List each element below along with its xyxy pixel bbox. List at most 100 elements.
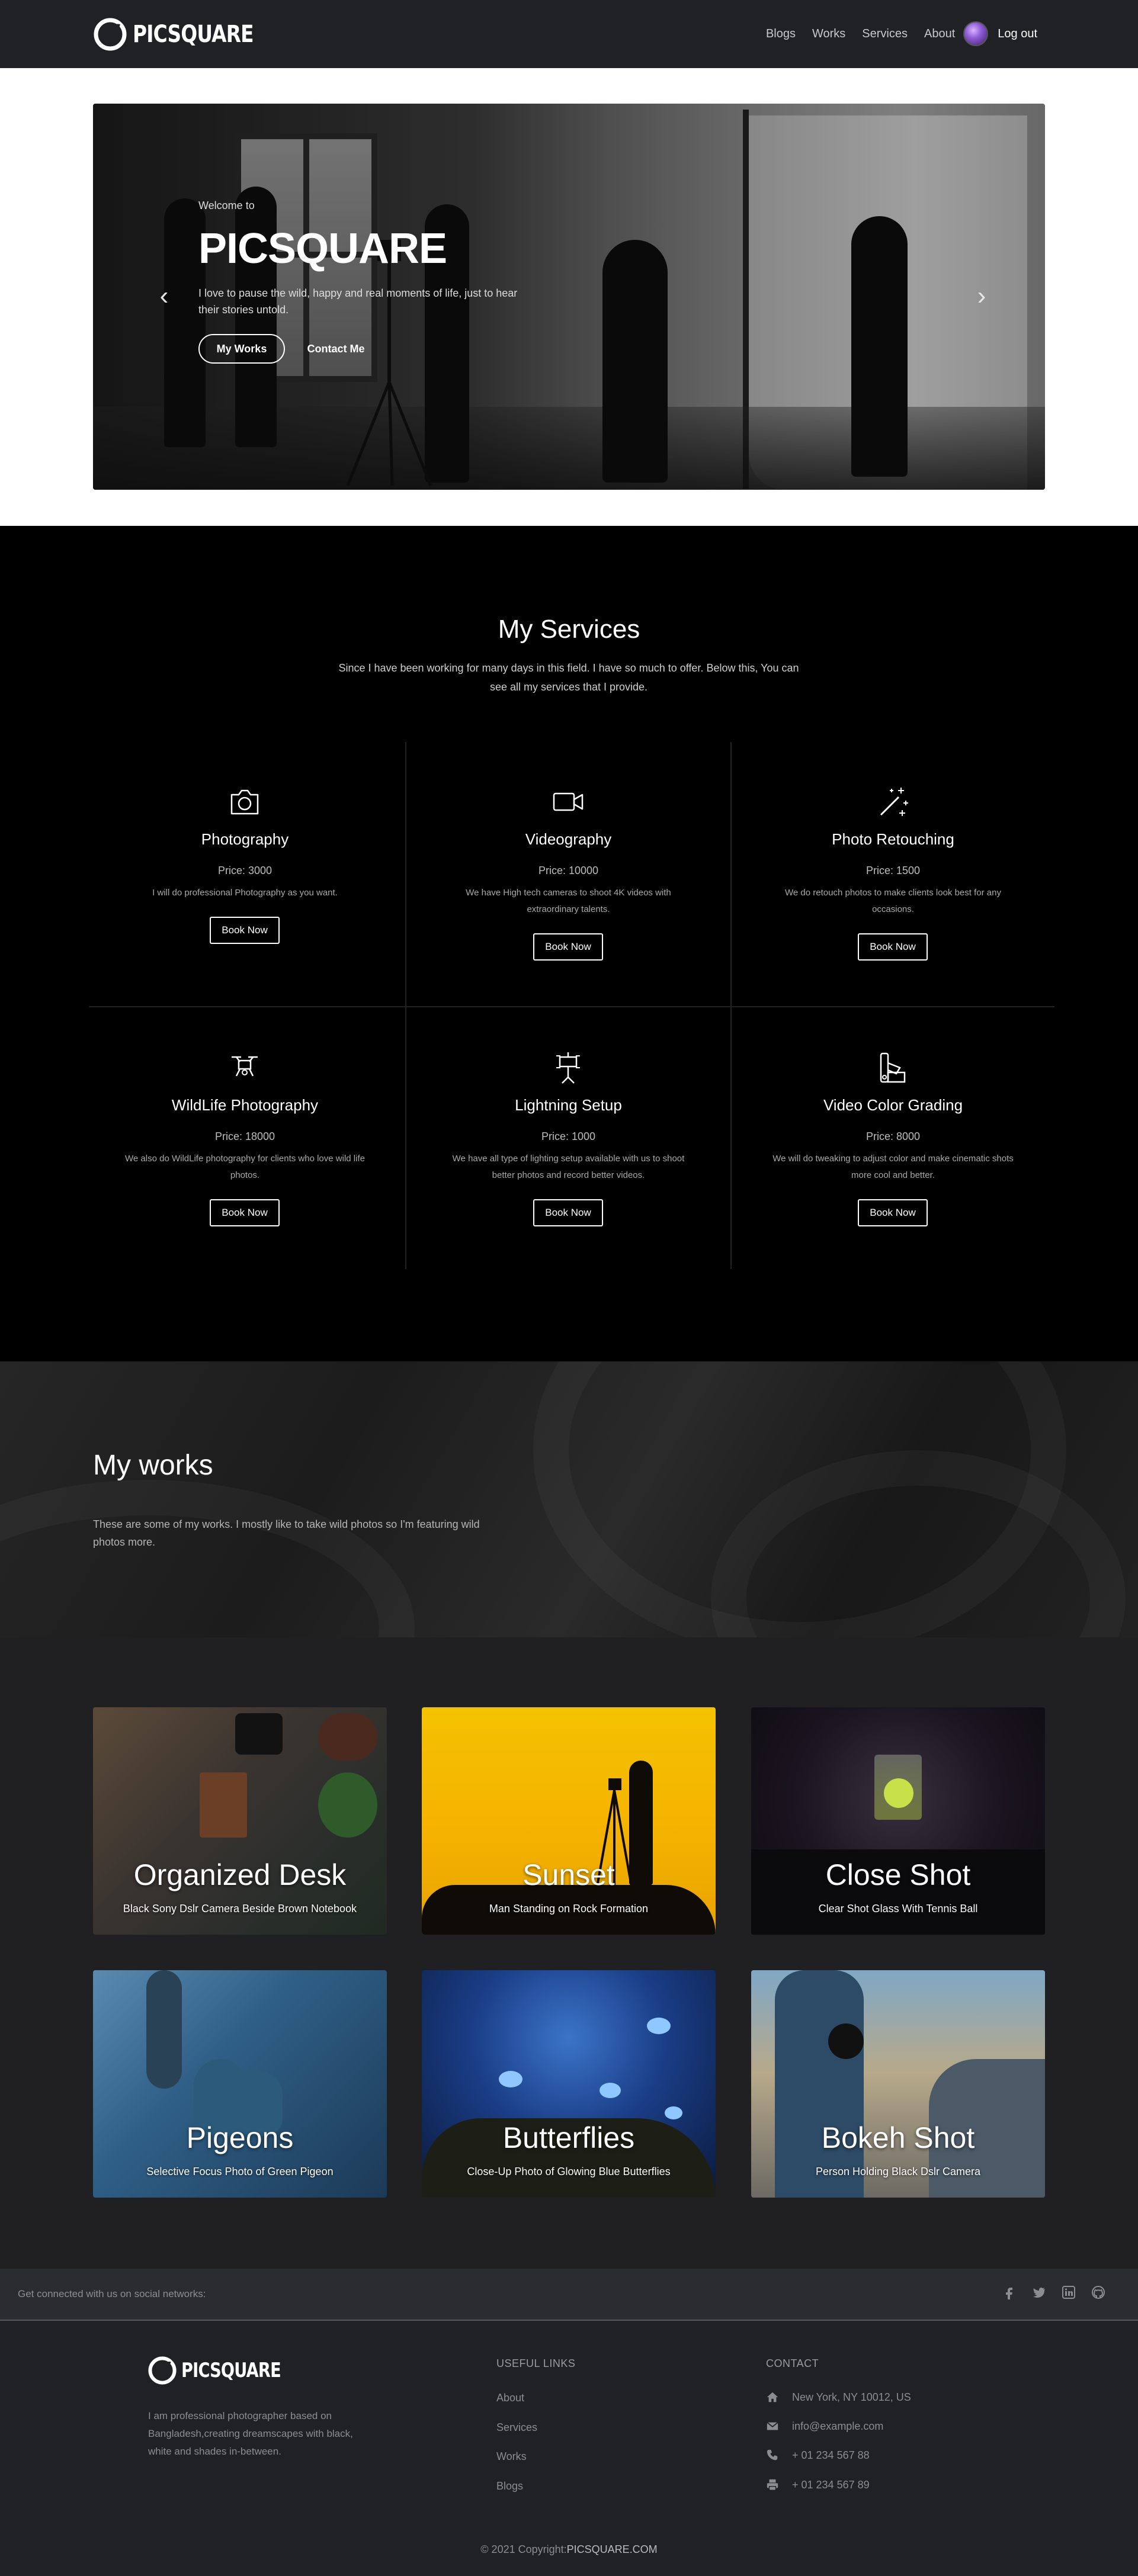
linkedin-icon[interactable] — [1062, 2285, 1076, 2299]
butterfly-shape — [600, 2083, 621, 2098]
footer-about: I am professional photographer based on … — [148, 2410, 353, 2457]
service-description: I will do professional Photography as yo… — [152, 888, 338, 898]
book-now-button[interactable]: Book Now — [533, 1199, 603, 1226]
grid-divider — [89, 1006, 1054, 1007]
useful-links-heading: USEFUL LINKS — [496, 2357, 576, 2369]
envelope-icon — [767, 2421, 778, 2430]
service-name: WildLife Photography — [171, 1096, 319, 1114]
service-card-photography: Photography Price: 3000 I will do profes… — [86, 743, 403, 1006]
work-card-butterflies[interactable]: Butterflies Close-Up Photo of Glowing Bl… — [422, 1970, 716, 2198]
services-title: My Services — [498, 615, 640, 644]
card-subtitle: Black Sony Dslr Camera Beside Brown Note… — [123, 1903, 357, 1915]
color-palette-icon — [880, 1052, 906, 1083]
butterfly-shape — [647, 2018, 671, 2034]
logo-icon — [94, 18, 127, 51]
work-card-close-shot[interactable]: Close Shot Clear Shot Glass With Tennis … — [751, 1707, 1045, 1935]
work-card-pigeons[interactable]: Pigeons Selective Focus Photo of Green P… — [93, 1970, 387, 2198]
hero-title: PICSQUARE — [198, 225, 447, 272]
footer-link-about[interactable]: About — [496, 2392, 524, 2404]
brand-name: PICSQUARE — [133, 21, 254, 48]
copyright: © 2021 Copyright:PICSQUARE.COM — [0, 2543, 1138, 2556]
avatar[interactable] — [963, 21, 989, 46]
work-card-organized-desk[interactable]: Organized Desk Black Sony Dslr Camera Be… — [93, 1707, 387, 1935]
service-name: Videography — [525, 830, 612, 848]
social-text: Get connected with us on social networks… — [18, 2288, 206, 2299]
contact-email[interactable]: info@example.com — [766, 2420, 883, 2433]
logo-icon — [148, 2356, 177, 2385]
hero-carousel: Welcome to PICSQUARE I love to pause the… — [93, 104, 1045, 490]
copyright-prefix: © 2021 Copyright: — [480, 2543, 567, 2555]
hero-description: I love to pause the wild, happy and real… — [198, 287, 518, 316]
card-subtitle: Selective Focus Photo of Green Pigeon — [146, 2166, 334, 2177]
contact-fax-text: + 01 234 567 89 — [792, 2478, 870, 2491]
contact-email-text: info@example.com — [792, 2420, 884, 2432]
footer: PICSQUARE I am professional photographer… — [0, 2321, 1138, 2576]
grid-divider — [405, 742, 406, 1269]
footer-link-services[interactable]: Services — [496, 2421, 537, 2434]
card-title: Organized Desk — [133, 1858, 347, 1891]
card-title: Pigeons — [186, 2121, 294, 2154]
logout-button[interactable]: Log out — [998, 27, 1037, 41]
camera-shape — [828, 2023, 864, 2059]
service-description: We also do WildLife photography for clie… — [125, 1154, 365, 1180]
butterfly-shape — [665, 2106, 682, 2119]
card-title: Butterflies — [502, 2121, 635, 2154]
facebook-icon[interactable] — [1002, 2285, 1017, 2299]
chevron-left-icon[interactable]: ‹ — [152, 281, 176, 311]
card-title: Sunset — [522, 1858, 615, 1891]
book-now-button[interactable]: Book Now — [210, 917, 280, 944]
notebook-shape — [200, 1772, 247, 1838]
works-gallery: Organized Desk Black Sony Dslr Camera Be… — [0, 1637, 1138, 2269]
card-subtitle: Person Holding Black Dslr Camera — [815, 2166, 981, 2177]
shoes-shape — [318, 1713, 377, 1761]
book-now-button[interactable]: Book Now — [858, 933, 928, 961]
card-title: Close Shot — [825, 1858, 971, 1891]
service-name: Photo Retouching — [832, 830, 954, 848]
grid-divider — [730, 742, 732, 1269]
social-strip: Get connected with us on social networks… — [0, 2269, 1138, 2321]
service-description: We have High tech cameras to shoot 4K vi… — [466, 888, 671, 914]
brand-logo[interactable]: PICSQUARE — [94, 18, 280, 51]
github-icon[interactable] — [1091, 2285, 1105, 2299]
book-now-button[interactable]: Book Now — [210, 1199, 280, 1226]
contact-me-button[interactable]: Contact Me — [294, 334, 377, 364]
nav-link-blogs[interactable]: Blogs — [766, 27, 796, 41]
nav-link-services[interactable]: Services — [862, 27, 908, 41]
service-description: We have all type of lighting setup avail… — [452, 1154, 685, 1180]
footer-link-works[interactable]: Works — [496, 2450, 527, 2463]
background-swirl — [0, 1480, 415, 1637]
card-subtitle: Man Standing on Rock Formation — [489, 1903, 649, 1915]
card-subtitle: Close-Up Photo of Glowing Blue Butterfli… — [467, 2166, 671, 2177]
footer-brand[interactable]: PICSQUARE — [148, 2356, 306, 2385]
service-card-videography: Videography Price: 10000 We have High te… — [410, 743, 727, 1006]
twitter-icon[interactable] — [1032, 2285, 1046, 2299]
copyright-site-link[interactable]: PICSQUARE.COM — [567, 2543, 658, 2555]
nav-links: Blogs Works Services About Log out — [749, 21, 1037, 46]
nav-link-about[interactable]: About — [924, 27, 955, 41]
contact-heading: CONTACT — [766, 2357, 819, 2369]
service-card-lightning-setup: Lightning Setup Price: 1000 We have all … — [410, 1008, 727, 1272]
footer-link-blogs[interactable]: Blogs — [496, 2480, 523, 2493]
work-card-bokeh-shot[interactable]: Bokeh Shot Person Holding Black Dslr Cam… — [751, 1970, 1045, 2198]
person-shape — [775, 1970, 864, 2198]
service-name: Video Color Grading — [823, 1096, 963, 1114]
my-works-button[interactable]: My Works — [198, 334, 285, 364]
nav-link-works[interactable]: Works — [812, 27, 845, 41]
service-description: We will do tweaking to adjust color and … — [772, 1154, 1014, 1180]
camera-shape — [235, 1713, 283, 1755]
book-now-button[interactable]: Book Now — [858, 1199, 928, 1226]
printer-icon — [767, 2479, 778, 2491]
book-now-button[interactable]: Book Now — [533, 933, 603, 961]
service-price: Price: 1500 — [865, 865, 921, 876]
service-card-photo-retouching: Photo Retouching Price: 1500 We do retou… — [735, 743, 1052, 1006]
service-price: Price: 1000 — [541, 1130, 596, 1142]
drone-icon — [232, 1056, 258, 1077]
works-banner: My works These are some of my works. I m… — [0, 1361, 1138, 1637]
service-card-wildlife: WildLife Photography Price: 18000 We als… — [86, 1008, 403, 1272]
service-price: Price: 3000 — [217, 865, 273, 876]
works-title: My works — [93, 1450, 213, 1481]
contact-address-text: New York, NY 10012, US — [792, 2391, 911, 2403]
footer-brand-name: PICSQUARE — [181, 2359, 281, 2382]
work-card-sunset[interactable]: Sunset Man Standing on Rock Formation — [422, 1707, 716, 1935]
chevron-right-icon[interactable]: › — [970, 281, 993, 311]
